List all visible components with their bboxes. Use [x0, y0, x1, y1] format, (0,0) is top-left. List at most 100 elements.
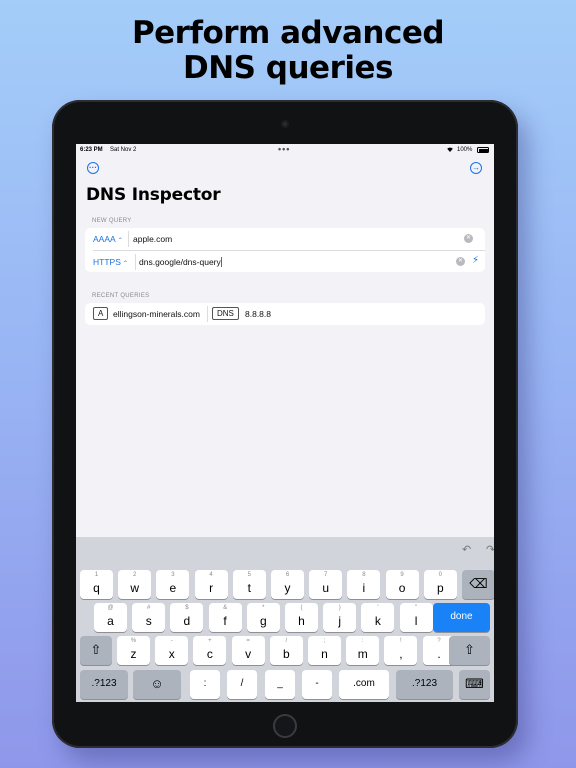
- key-label: h: [298, 614, 305, 628]
- resolver-row: HTTPS ⌃ dns.google/dns-query ✕ ⚡: [93, 250, 485, 272]
- key-label: n: [321, 647, 328, 661]
- headline-line-2: DNS queries: [183, 50, 393, 86]
- key-g[interactable]: * g: [246, 603, 280, 632]
- done-key[interactable]: done: [433, 603, 490, 632]
- record-type-picker[interactable]: AAAA ⌃: [93, 234, 123, 244]
- keyboard-dismiss-icon: ⌨: [465, 676, 484, 691]
- key-alt-label: &: [223, 605, 228, 611]
- key-n[interactable]: ; n: [308, 636, 341, 665]
- key-alt-label: ': [377, 605, 379, 611]
- key-m[interactable]: :m: [346, 636, 380, 665]
- key-o[interactable]: 9o: [385, 570, 419, 599]
- key-u[interactable]: 7u: [309, 570, 343, 599]
- key-i[interactable]: 8i: [347, 570, 381, 599]
- key-alt-label: *: [262, 605, 265, 611]
- backspace-icon: ⌫: [469, 576, 488, 591]
- key-label: x: [168, 647, 175, 661]
- key-label: b: [282, 647, 290, 661]
- key-alt-label: ): [338, 605, 341, 611]
- key-h[interactable]: (h: [285, 603, 318, 632]
- backspace-key[interactable]: ⌫: [462, 570, 494, 599]
- key-label: o: [398, 581, 406, 595]
- clear-domain-icon[interactable]: ✕: [464, 234, 473, 243]
- shift-icon: ⇧: [90, 642, 102, 657]
- key-j[interactable]: ) j: [323, 603, 357, 632]
- key-v[interactable]: = v: [231, 636, 265, 665]
- key-z[interactable]: % z: [117, 636, 150, 665]
- key-label: -: [315, 678, 319, 689]
- chevron-updown-icon: ⌃: [117, 238, 123, 244]
- status-date: Sat Nov 2: [110, 147, 137, 153]
- dismiss-keyboard-key[interactable]: ⌨: [459, 670, 490, 699]
- key-comma[interactable]: !,: [384, 636, 418, 665]
- arrow-right-circle-icon[interactable]: →: [470, 162, 482, 174]
- key-dotcom[interactable]: .com: [339, 670, 389, 699]
- key-x[interactable]: -x: [155, 636, 189, 665]
- key-label: j: [338, 614, 342, 628]
- key-e[interactable]: 3e: [156, 570, 190, 599]
- ipad-frame: 6:23 PM Sat Nov 2 ••• 100% ··· → DNS Ins…: [52, 100, 518, 748]
- clear-resolver-icon[interactable]: ✕: [456, 257, 465, 266]
- key-s[interactable]: # s: [132, 603, 166, 632]
- key-label: q: [93, 581, 100, 595]
- key-k[interactable]: ' k: [361, 603, 395, 632]
- key-c[interactable]: + c: [193, 636, 227, 665]
- key-label: :: [203, 678, 207, 689]
- undo-icon[interactable]: ↶: [462, 543, 471, 556]
- battery-icon: [477, 147, 489, 153]
- key-underscore[interactable]: _: [265, 670, 295, 699]
- transport-picker[interactable]: HTTPS ⌃: [93, 257, 128, 267]
- resolver-input[interactable]: dns.google/dns-query: [139, 257, 222, 267]
- key-b[interactable]: / b: [269, 636, 303, 665]
- shift-left-key[interactable]: ⇧: [80, 636, 112, 665]
- key-alt-label: 4: [209, 572, 213, 578]
- new-query-card: AAAA ⌃ apple.com ✕ HTTPS ⌃ dns.google/dns-…: [85, 228, 485, 272]
- numbers-key-right[interactable]: .?123: [396, 670, 453, 699]
- divider: [207, 306, 208, 322]
- emoji-icon: ☺: [150, 676, 164, 691]
- numbers-key-left[interactable]: .?123: [80, 670, 128, 699]
- key-p[interactable]: 0p: [423, 570, 457, 599]
- shift-icon: ⇧: [464, 642, 475, 657]
- key-alt-label: 1: [94, 572, 99, 578]
- promo-headline: Perform advanced DNS queries: [0, 16, 576, 86]
- page-title: DNS Inspector: [86, 185, 221, 205]
- recent-queries-card: A ellingson-minerals.com DNS 8.8.8.8: [85, 303, 485, 325]
- key-alt-label: @: [107, 605, 114, 611]
- key-alt-label: 3: [171, 572, 175, 578]
- key-r[interactable]: 4r: [194, 570, 228, 599]
- home-button[interactable]: [273, 714, 297, 738]
- recent-query-row[interactable]: A ellingson-minerals.com DNS 8.8.8.8: [85, 303, 485, 325]
- key-alt-label: 5: [247, 572, 251, 578]
- key-alt-label: %: [130, 638, 137, 644]
- multitasking-dots-icon[interactable]: •••: [278, 144, 290, 154]
- redo-icon[interactable]: ↷: [486, 543, 494, 556]
- key-w[interactable]: 2w: [118, 570, 152, 599]
- key-q[interactable]: 1q: [80, 570, 113, 599]
- key-t[interactable]: 5t: [232, 570, 266, 599]
- key-slash[interactable]: /: [227, 670, 257, 699]
- key-alt-label: (: [300, 605, 303, 611]
- recent-queries-label: RECENT QUERIES: [92, 293, 150, 299]
- key-y[interactable]: 6y: [271, 570, 304, 599]
- bolt-icon[interactable]: ⚡: [472, 255, 479, 266]
- key-d[interactable]: $ d: [170, 603, 204, 632]
- keyboard: ↶ ↷ 1 q 2 w 3 e 4 r 5 t 6 y 7 u 8 i 9 o 0 p ⌫ @ a # s $ d & f * g(h) j '…: [76, 537, 494, 702]
- key-a[interactable]: @ a: [94, 603, 127, 632]
- key-label: s: [145, 614, 152, 628]
- key-l[interactable]: " l: [399, 603, 433, 632]
- divider: [135, 254, 136, 270]
- key-alt-label: :: [361, 638, 364, 644]
- key-colon[interactable]: :: [190, 670, 220, 699]
- ellipsis-circle-icon[interactable]: ···: [87, 162, 99, 174]
- key-alt-label: 0: [438, 572, 442, 578]
- emoji-key[interactable]: ☺: [133, 670, 181, 699]
- key-label: k: [374, 614, 381, 628]
- domain-input[interactable]: apple.com: [133, 234, 172, 244]
- key-dash[interactable]: -: [302, 670, 332, 699]
- key-alt-label: $: [185, 605, 189, 611]
- key-f[interactable]: & f: [208, 603, 242, 632]
- shift-right-key[interactable]: ⇧: [449, 636, 490, 665]
- key-label: u: [322, 581, 330, 595]
- key-alt-label: 9: [400, 572, 404, 578]
